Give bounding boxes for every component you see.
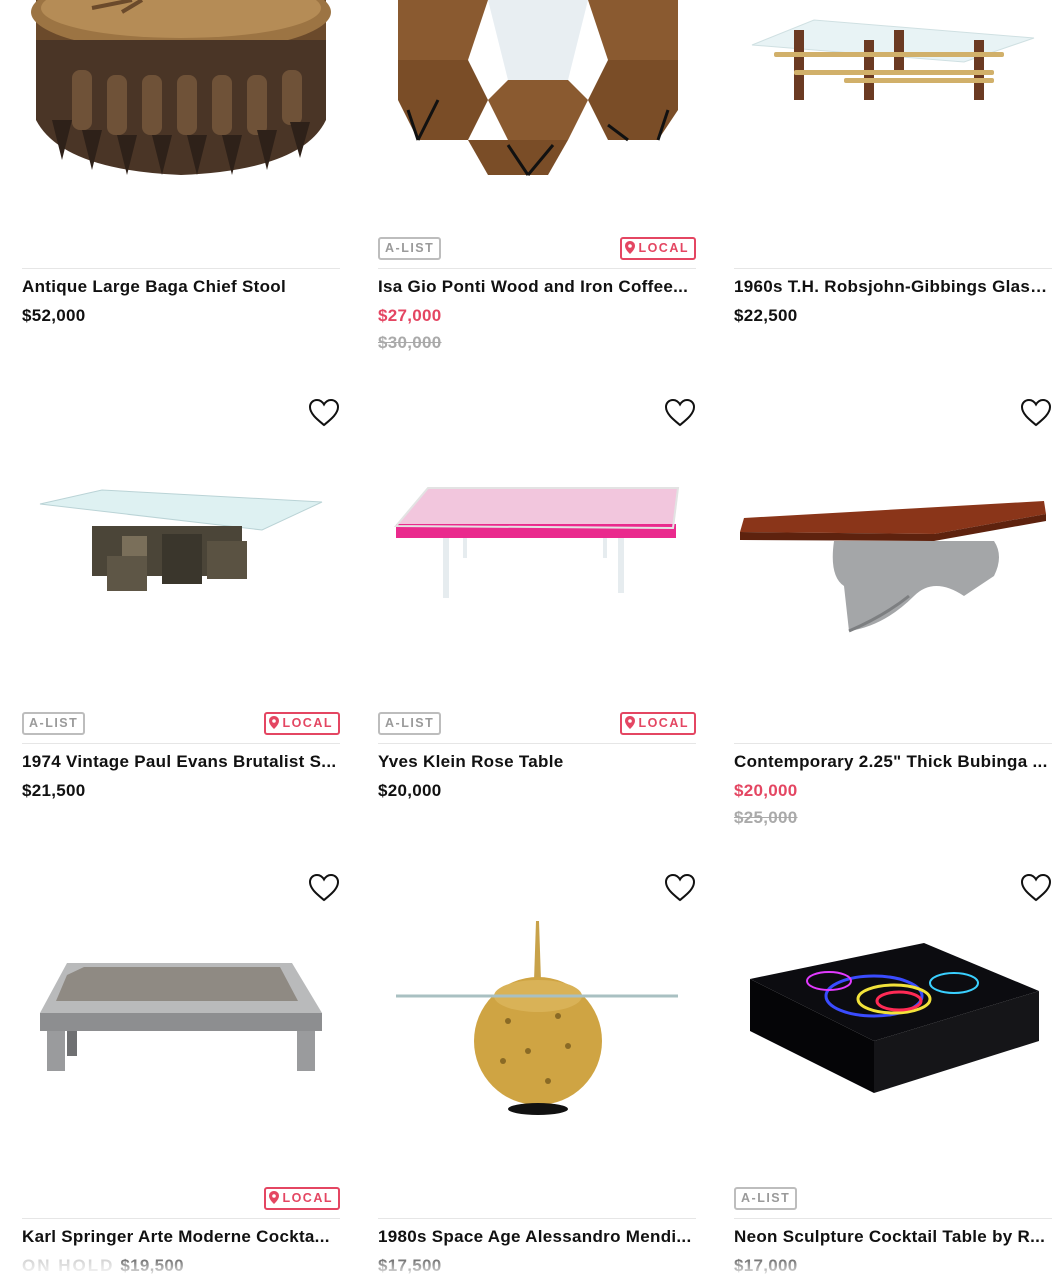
location-pin-icon	[625, 716, 636, 729]
on-hold-status: ON HOLD	[22, 1256, 115, 1275]
card-divider	[378, 268, 696, 269]
product-original-price: $30,000	[378, 333, 442, 352]
favorite-heart-icon[interactable]	[308, 398, 340, 428]
product-title[interactable]: 1980s Space Age Alessandro Mendi...	[378, 1227, 696, 1247]
card-divider	[22, 743, 340, 744]
a-list-badge: A-LIST	[734, 1187, 798, 1210]
a-list-badge: A-LIST	[378, 712, 442, 735]
badge-row: A-LIST LOCAL	[378, 237, 696, 261]
product-price: $19,500	[120, 1256, 184, 1275]
product-price: $17,000	[734, 1256, 798, 1275]
product-image[interactable]	[378, 446, 696, 676]
card-divider	[734, 268, 1052, 269]
local-badge-label: LOCAL	[638, 241, 689, 255]
card-divider	[734, 1218, 1052, 1219]
product-card[interactable]: A-LIST LOCAL Isa Gio Ponti Wood and Iron…	[378, 0, 696, 360]
product-image[interactable]	[378, 921, 696, 1151]
product-card[interactable]: LOCAL Karl Springer Arte Moderne Cockta.…	[22, 873, 340, 1275]
card-divider	[22, 1218, 340, 1219]
product-title[interactable]: Neon Sculpture Cocktail Table by R...	[734, 1227, 1052, 1247]
product-title[interactable]: 1974 Vintage Paul Evans Brutalist S...	[22, 752, 340, 772]
badge-row: A-LIST LOCAL	[378, 712, 696, 736]
a-list-badge: A-LIST	[22, 712, 86, 735]
product-image[interactable]	[734, 0, 1052, 230]
product-original-price: $25,000	[734, 808, 798, 827]
favorite-heart-icon[interactable]	[664, 398, 696, 428]
badge-row: A-LIST LOCAL	[22, 712, 340, 736]
favorite-heart-icon[interactable]	[308, 873, 340, 903]
product-image[interactable]	[22, 0, 340, 230]
card-divider	[734, 743, 1052, 744]
product-image[interactable]	[378, 0, 696, 230]
product-price: $22,500	[734, 306, 798, 325]
card-divider	[22, 268, 340, 269]
a-list-badge: A-LIST	[378, 237, 442, 260]
local-badge: LOCAL	[620, 712, 696, 735]
favorite-heart-icon[interactable]	[1020, 398, 1052, 428]
local-badge-label: LOCAL	[282, 1191, 333, 1205]
card-divider	[378, 1218, 696, 1219]
location-pin-icon	[269, 716, 280, 729]
product-title[interactable]: Karl Springer Arte Moderne Cockta...	[22, 1227, 340, 1247]
card-divider	[378, 743, 696, 744]
favorite-heart-icon[interactable]	[1020, 873, 1052, 903]
product-price: $17,500	[378, 1256, 442, 1275]
favorite-heart-icon[interactable]	[664, 873, 696, 903]
local-badge-label: LOCAL	[282, 716, 333, 730]
product-title[interactable]: Antique Large Baga Chief Stool	[22, 277, 340, 297]
location-pin-icon	[269, 1191, 280, 1204]
product-card[interactable]: 1980s Space Age Alessandro Mendi... $17,…	[378, 873, 696, 1275]
product-price: $52,000	[22, 306, 86, 325]
product-card[interactable]: Contemporary 2.25" Thick Bubinga ... $20…	[734, 398, 1052, 838]
product-sale-price: $20,000	[734, 781, 798, 800]
product-image[interactable]	[734, 921, 1052, 1151]
product-title[interactable]: Isa Gio Ponti Wood and Iron Coffee...	[378, 277, 696, 297]
product-title[interactable]: Contemporary 2.25" Thick Bubinga ...	[734, 752, 1052, 772]
product-sale-price: $27,000	[378, 306, 442, 325]
product-title[interactable]: 1960s T.H. Robsjohn-Gibbings Glass...	[734, 277, 1052, 297]
badge-row: A-LIST	[734, 1187, 1052, 1211]
local-badge: LOCAL	[264, 712, 340, 735]
product-image[interactable]	[734, 446, 1052, 676]
product-card[interactable]: 1960s T.H. Robsjohn-Gibbings Glass... $2…	[734, 0, 1052, 360]
local-badge-label: LOCAL	[638, 716, 689, 730]
product-image[interactable]	[22, 921, 340, 1151]
local-badge: LOCAL	[620, 237, 696, 260]
product-title[interactable]: Yves Klein Rose Table	[378, 752, 696, 772]
product-price: $20,000	[378, 781, 442, 800]
product-card[interactable]: A-LIST LOCAL 1974 Vintage Paul Evans Bru…	[22, 398, 340, 838]
location-pin-icon	[625, 241, 636, 254]
product-card[interactable]: A-LIST Neon Sculpture Cocktail Table by …	[734, 873, 1052, 1275]
local-badge: LOCAL	[264, 1187, 340, 1210]
product-price: $21,500	[22, 781, 86, 800]
product-grid: Antique Large Baga Chief Stool $52,000 A…	[0, 0, 1055, 1275]
badge-row: LOCAL	[22, 1187, 340, 1211]
product-card[interactable]: Antique Large Baga Chief Stool $52,000	[22, 0, 340, 360]
product-card[interactable]: A-LIST LOCAL Yves Klein Rose Table $20,0…	[378, 398, 696, 838]
product-image[interactable]	[22, 446, 340, 676]
product-price-row: ON HOLD $19,500	[22, 1256, 184, 1275]
